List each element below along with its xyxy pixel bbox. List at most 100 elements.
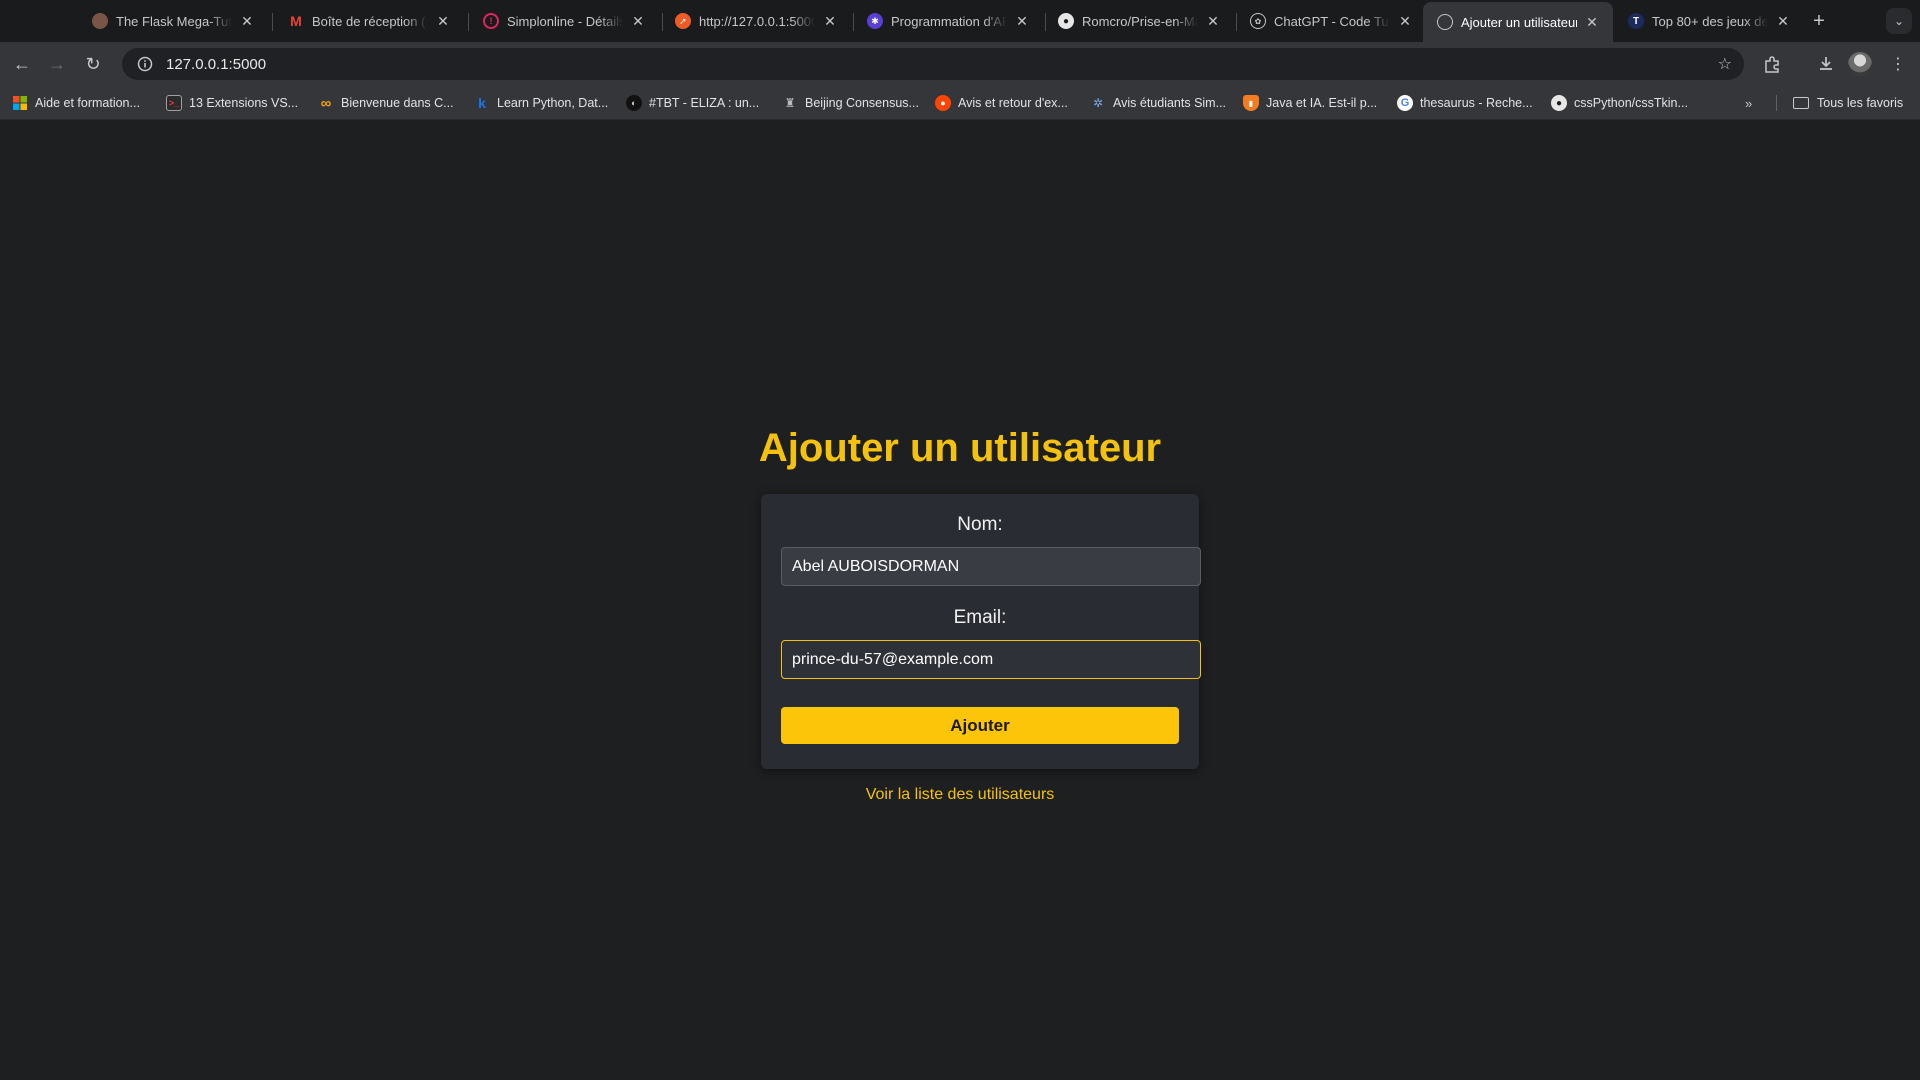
bookmark-item[interactable]: ● Avis et retour d'ex... — [935, 92, 1068, 114]
tab-title: Ajouter un utilisateur — [1461, 14, 1577, 30]
tab-strip: The Flask Mega-Tutorial ✕ M Boîte de réc… — [0, 0, 1920, 42]
folder-icon — [1793, 97, 1809, 109]
shield-icon: ▮ — [1243, 95, 1259, 111]
forward-button[interactable]: → — [42, 49, 72, 79]
tab-localhost[interactable]: ➚ http://127.0.0.1:5000/ ✕ — [661, 2, 851, 40]
tab-title: Romcro/Prise-en-Main — [1082, 13, 1198, 29]
close-icon[interactable]: ✕ — [1204, 12, 1222, 30]
profile-avatar[interactable] — [1848, 52, 1872, 76]
bookmark-label: Avis et retour d'ex... — [958, 96, 1068, 110]
bookmark-item[interactable]: k Learn Python, Dat... — [474, 92, 608, 114]
arrow-left-icon: ← — [13, 53, 31, 74]
close-icon[interactable]: ✕ — [238, 12, 256, 30]
bookmark-item[interactable]: G thesaurus - Reche... — [1397, 92, 1533, 114]
bookmark-item[interactable]: ● cssPython/cssTkin... — [1551, 92, 1688, 114]
tab-title: Top 80+ des jeux de — [1652, 13, 1768, 29]
new-tab-button[interactable]: + — [1806, 8, 1832, 34]
tab-chatgpt[interactable]: ✿ ChatGPT - Code Tutor ✕ — [1236, 2, 1426, 40]
url-text: 127.0.0.1:5000 — [166, 55, 267, 73]
bookmark-item[interactable]: ✲ Avis étudiants Sim... — [1090, 92, 1226, 114]
user-list-link[interactable]: Voir la liste des utilisateurs — [0, 786, 1920, 804]
tab-title: Boîte de réception (1) — [312, 13, 428, 29]
site-info-icon[interactable] — [130, 56, 160, 72]
close-icon[interactable]: ✕ — [1396, 12, 1414, 30]
back-button[interactable]: ← — [7, 49, 37, 79]
terminal-icon: >_ — [166, 95, 182, 111]
bookmark-label: Learn Python, Dat... — [497, 96, 609, 110]
bookmark-label: Bienvenue dans C... — [341, 96, 454, 110]
sparkle-icon: ✲ — [1092, 96, 1104, 110]
menu-icon[interactable]: ⋮ — [1883, 49, 1913, 79]
email-label: Email: — [953, 607, 1007, 628]
close-icon[interactable]: ✕ — [1583, 13, 1601, 31]
arrow-right-icon: → — [48, 53, 66, 74]
bookmark-item[interactable]: ◐ #TBT - ELIZA : un... — [626, 92, 759, 114]
bookmark-label: Avis étudiants Sim... — [1113, 96, 1227, 110]
reddit-icon: ● — [935, 95, 951, 111]
add-user-form: Nom: Email: Ajouter — [761, 494, 1201, 769]
close-icon[interactable]: ✕ — [1013, 12, 1031, 30]
tab-title: ChatGPT - Code Tutor — [1274, 13, 1390, 29]
bust-icon: ♜ — [784, 96, 796, 110]
tab-top-jeux[interactable]: T Top 80+ des jeux de ✕ — [1614, 2, 1804, 40]
chevron-down-icon: ⌄ — [1893, 14, 1905, 28]
github-icon: ● — [1551, 95, 1567, 111]
reload-button[interactable]: ↻ — [78, 49, 108, 79]
t-icon: T — [1628, 13, 1644, 29]
github-icon: ● — [1058, 13, 1074, 29]
bookmark-label: Java et IA. Est-il p... — [1266, 96, 1378, 110]
all-bookmarks-label: Tous les favoris — [1817, 96, 1904, 110]
bookmark-item[interactable]: ∞ Bienvenue dans C... — [318, 92, 454, 114]
page-title: Ajouter un utilisateur — [758, 426, 1162, 470]
k-icon: k — [478, 95, 486, 111]
tab-programmation-api[interactable]: ✱ Programmation d'API ✕ — [853, 2, 1043, 40]
address-bar[interactable]: 127.0.0.1:5000 ☆ — [122, 48, 1744, 80]
bookmark-label: thesaurus - Reche... — [1420, 96, 1533, 110]
more-bookmarks-icon[interactable]: » — [1745, 96, 1752, 111]
extensions-icon[interactable] — [1757, 49, 1787, 79]
bookmark-label: cssPython/cssTkin... — [1574, 96, 1688, 110]
download-icon[interactable] — [1811, 49, 1841, 79]
simplonline-icon: ! — [483, 13, 499, 29]
bookmark-item[interactable]: Aide et formation... — [12, 92, 140, 114]
tab-title: Simplonline - Détails — [507, 13, 623, 29]
tab-title: http://127.0.0.1:5000/ — [699, 13, 815, 29]
tab-simplonline[interactable]: ! Simplonline - Détails ✕ — [469, 2, 659, 40]
close-icon[interactable]: ✕ — [1774, 12, 1792, 30]
close-icon[interactable]: ✕ — [629, 12, 647, 30]
bookmark-label: Beijing Consensus... — [805, 96, 919, 110]
tab-flask-mega-tutorial[interactable]: The Flask Mega-Tutorial ✕ — [78, 2, 268, 40]
reload-icon: ↻ — [85, 53, 101, 74]
gmail-icon: M — [290, 13, 302, 29]
tab-search-button[interactable]: ⌄ — [1886, 8, 1912, 34]
tab-github-romcro[interactable]: ● Romcro/Prise-en-Main ✕ — [1044, 2, 1234, 40]
bookmarks-bar: Aide et formation... >_ 13 Extensions VS… — [0, 86, 1920, 120]
all-bookmarks-folder[interactable]: Tous les favoris — [1793, 92, 1903, 114]
close-icon[interactable]: ✕ — [434, 12, 452, 30]
bookmark-item[interactable]: ▮ Java et IA. Est-il p... — [1243, 92, 1377, 114]
close-icon[interactable]: ✕ — [821, 12, 839, 30]
name-label: Nom: — [957, 514, 1003, 535]
browser-toolbar: ← → ↻ 127.0.0.1:5000 ☆ ⋮ — [0, 42, 1920, 86]
tab-gmail[interactable]: M Boîte de réception (1) ✕ — [274, 2, 464, 40]
bookmark-star-icon[interactable]: ☆ — [1718, 54, 1732, 74]
ajouter-button[interactable]: Ajouter — [781, 707, 1179, 744]
avatar-favicon-icon — [92, 13, 108, 29]
bookmark-label: Aide et formation... — [35, 96, 140, 110]
eliza-icon: ◐ — [626, 95, 642, 111]
infinity-icon: ∞ — [320, 94, 332, 112]
postman-icon: ➚ — [675, 13, 691, 29]
tab-title: Programmation d'API — [891, 13, 1007, 29]
globe-icon — [1437, 14, 1453, 30]
tab-ajouter-utilisateur[interactable]: Ajouter un utilisateur ✕ — [1423, 2, 1613, 42]
app-icon: ✱ — [867, 13, 883, 29]
google-icon: G — [1397, 95, 1413, 111]
page-content: Ajouter un utilisateur Nom: Email: Ajout… — [0, 121, 1920, 1080]
tab-title: The Flask Mega-Tutorial — [116, 13, 232, 29]
bookmark-label: #TBT - ELIZA : un... — [649, 96, 760, 110]
bookmark-item[interactable]: >_ 13 Extensions VS... — [166, 92, 298, 114]
bookmark-item[interactable]: ♜ Beijing Consensus... — [782, 92, 919, 114]
name-field[interactable] — [781, 547, 1201, 586]
microsoft-icon — [12, 95, 28, 111]
email-field[interactable] — [781, 640, 1201, 679]
